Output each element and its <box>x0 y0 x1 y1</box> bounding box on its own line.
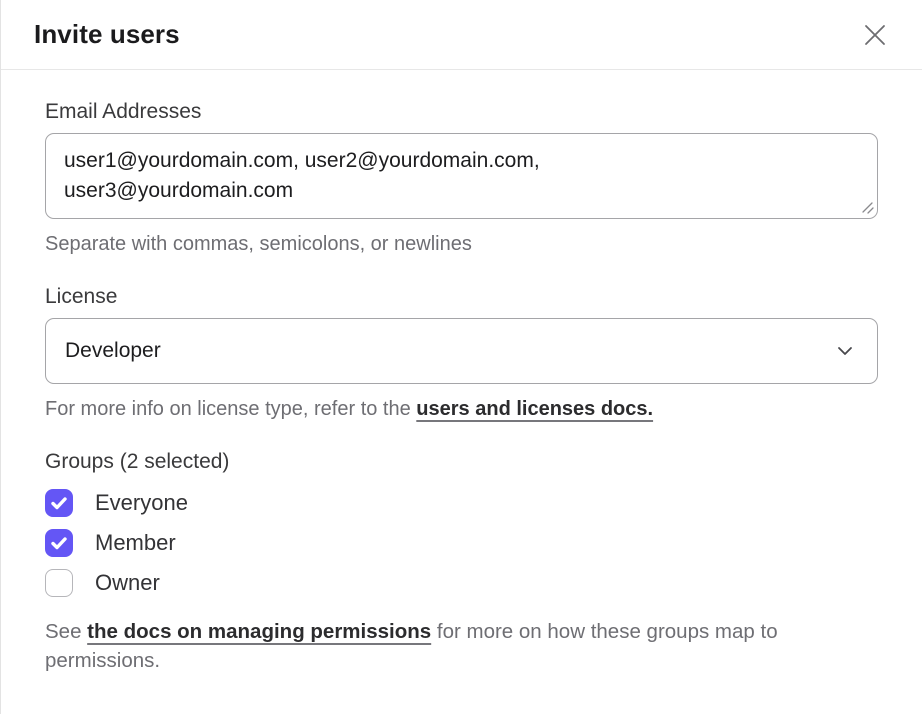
email-helper-text: Separate with commas, semicolons, or new… <box>45 232 878 256</box>
groups-section: Groups (2 selected) Everyone <box>45 450 878 675</box>
group-option-label: Everyone <box>95 490 188 516</box>
group-option-label: Owner <box>95 570 160 596</box>
dialog-body: Email Addresses user1@yourdomain.com, us… <box>1 70 922 675</box>
license-helper-prefix: For more info on license type, refer to … <box>45 398 416 420</box>
license-selected-value: Developer <box>65 339 161 363</box>
managing-permissions-docs-link[interactable]: the docs on managing permissions <box>87 620 431 643</box>
groups-note: See the docs on managing permissions for… <box>45 617 878 675</box>
license-select[interactable]: Developer <box>45 318 878 384</box>
license-section: License Developer For more info on licen… <box>45 285 878 421</box>
close-icon <box>863 23 887 47</box>
invite-users-dialog: Invite users Email Addresses user1@yourd… <box>1 0 922 675</box>
groups-label: Groups (2 selected) <box>45 450 878 474</box>
email-textarea-wrap: user1@yourdomain.com, user2@yourdomain.c… <box>45 133 878 219</box>
close-button[interactable] <box>858 18 892 52</box>
checkbox-owner[interactable] <box>45 569 73 597</box>
checkbox-member[interactable] <box>45 529 73 557</box>
email-addresses-input[interactable]: user1@yourdomain.com, user2@yourdomain.c… <box>45 133 878 219</box>
dialog-title: Invite users <box>34 19 180 50</box>
chevron-down-icon <box>837 346 853 356</box>
users-licenses-docs-link[interactable]: users and licenses docs. <box>416 398 653 420</box>
email-section: Email Addresses user1@yourdomain.com, us… <box>45 100 878 256</box>
checkmark-icon <box>51 537 67 550</box>
email-label: Email Addresses <box>45 100 878 124</box>
group-option-label: Member <box>95 530 176 556</box>
group-option-everyone[interactable]: Everyone <box>45 489 188 517</box>
checkbox-everyone[interactable] <box>45 489 73 517</box>
group-option-owner[interactable]: Owner <box>45 569 160 597</box>
groups-list: Everyone Member <box>45 489 878 597</box>
license-label: License <box>45 285 878 309</box>
groups-note-prefix: See <box>45 620 87 643</box>
license-helper-text: For more info on license type, refer to … <box>45 397 878 421</box>
checkmark-icon <box>51 497 67 510</box>
group-option-member[interactable]: Member <box>45 529 176 557</box>
dialog-header: Invite users <box>1 0 922 70</box>
